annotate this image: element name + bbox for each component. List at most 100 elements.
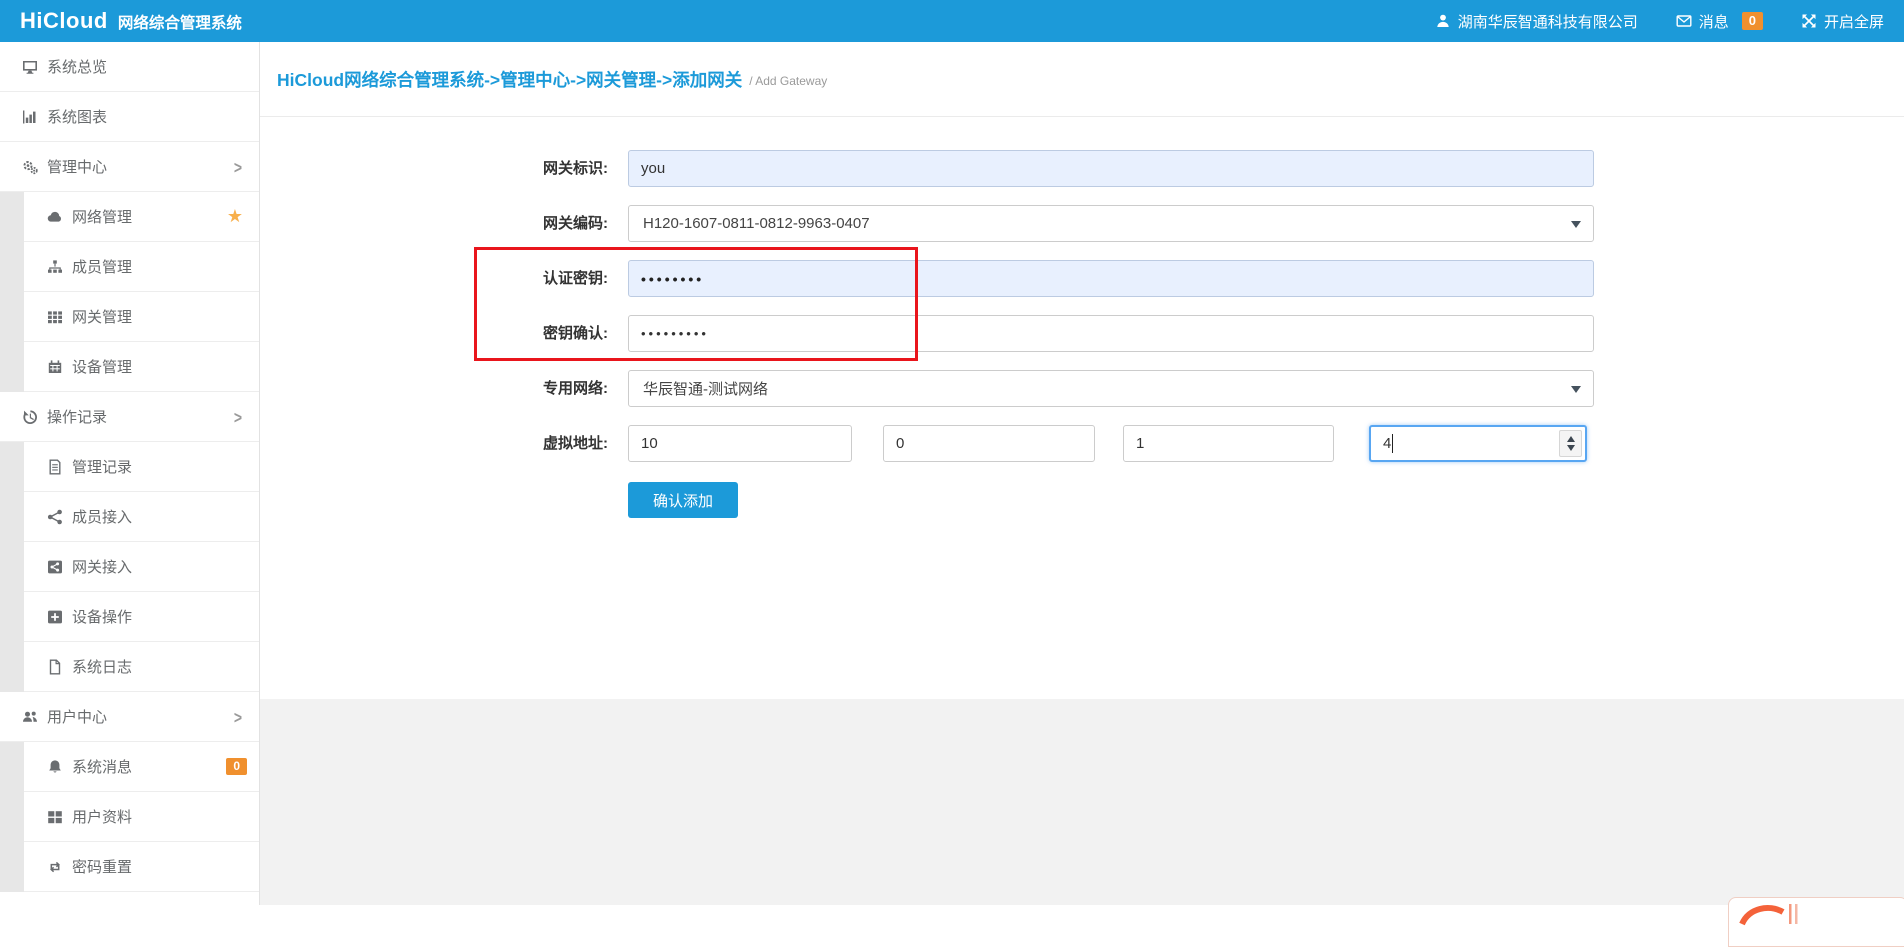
share-icon: [46, 508, 64, 525]
number-spinner[interactable]: [1559, 430, 1582, 457]
sidebar-item-system-logs[interactable]: 系统日志 > ★: [0, 642, 259, 692]
sidebar-item-label: 系统日志: [72, 656, 132, 677]
gateway-id-label: 网关标识:: [260, 150, 608, 187]
calendar-icon: [46, 358, 64, 375]
sidebar-item-gateway-management[interactable]: 网关管理 > ★: [0, 292, 259, 342]
sidebar-item-label: 用户资料: [72, 806, 132, 827]
main-content: HiCloud网络综合管理系统->管理中心->网关管理->添加网关 / Add …: [260, 42, 1904, 905]
sidebar-item-member-management[interactable]: 成员管理 > ★: [0, 242, 259, 292]
dropdown-caret-icon: [1571, 386, 1581, 393]
gateway-id-row: 网关标识:: [628, 150, 1594, 187]
fullscreen-toggle[interactable]: 开启全屏: [1801, 11, 1884, 32]
auth-key-input[interactable]: [628, 260, 1594, 297]
virtual-address-label: 虚拟地址:: [260, 425, 608, 462]
virtual-address-row: 虚拟地址:: [628, 425, 1588, 462]
share-square-icon: [46, 558, 64, 575]
sidebar-item-label: 用户中心: [47, 706, 107, 727]
auth-key-row: 认证密钥:: [628, 260, 1594, 297]
private-network-row: 专用网络: 华辰智通-测试网络: [628, 370, 1594, 407]
breadcrumb-page-note: / Add Gateway: [749, 70, 827, 88]
sidebar-item-label: 设备管理: [72, 356, 132, 377]
sidebar-item-label: 管理记录: [72, 456, 132, 477]
key-confirm-label: 密钥确认:: [260, 315, 608, 352]
plus-square-icon: [46, 608, 64, 625]
key-confirm-input[interactable]: [628, 315, 1594, 352]
users-icon: [21, 708, 39, 725]
sidebar-item-label: 管理中心: [47, 156, 107, 177]
spinner-down-icon[interactable]: [1567, 445, 1575, 451]
gateway-code-value: H120-1607-0811-0812-9963-0407: [643, 215, 870, 232]
app-logo[interactable]: HiCloud 网络综合管理系统: [0, 8, 242, 34]
orange-swoosh-icon: [1739, 902, 1799, 926]
virtual-address-octet-4[interactable]: [1369, 425, 1587, 462]
key-confirm-row: 密钥确认:: [628, 315, 1594, 352]
desktop-icon: [21, 58, 39, 75]
file-icon: [46, 658, 64, 675]
private-network-select[interactable]: 华辰智通-测试网络: [628, 370, 1594, 407]
breadcrumb-path[interactable]: HiCloud网络综合管理系统->管理中心->网关管理->添加网关: [277, 67, 742, 92]
fullscreen-label: 开启全屏: [1824, 11, 1884, 32]
account-menu[interactable]: 湖南华辰智通科技有限公司: [1435, 11, 1638, 32]
sidebar-item-label: 系统图表: [47, 106, 107, 127]
sidebar-item-password-reset[interactable]: 密码重置 > ★: [0, 842, 259, 892]
sidebar-item-device-management[interactable]: 设备管理 > ★: [0, 342, 259, 392]
auth-key-label: 认证密钥:: [260, 260, 608, 297]
sidebar: 系统总览 > ★ 系统图表 > ★ 管理中心 > ★ 网络管理 > ★ 成员管理…: [0, 42, 260, 905]
sidebar-item-system-messages[interactable]: 系统消息 > ★ 0: [0, 742, 259, 792]
grid-icon: [46, 308, 64, 325]
sitemap-icon: [46, 258, 64, 275]
sidebar-item-member-access[interactable]: 成员接入 > ★: [0, 492, 259, 542]
envelope-icon: [1676, 13, 1692, 29]
user-icon: [1435, 13, 1451, 29]
gateway-id-input[interactable]: [628, 150, 1594, 187]
sidebar-item-gateway-access[interactable]: 网关接入 > ★: [0, 542, 259, 592]
sidebar-item-label: 成员管理: [72, 256, 132, 277]
private-network-value: 华辰智通-测试网络: [643, 378, 768, 399]
gears-icon: [21, 158, 39, 175]
sidebar-item-label: 设备操作: [72, 606, 132, 627]
spinner-up-icon[interactable]: [1567, 436, 1575, 442]
sidebar-item-label: 成员接入: [72, 506, 132, 527]
sidebar-item-label: 网关管理: [72, 306, 132, 327]
dropdown-caret-icon: [1571, 221, 1581, 228]
page-background: [260, 699, 1904, 905]
brand-name: HiCloud: [20, 8, 108, 34]
company-name: 湖南华辰智通科技有限公司: [1458, 11, 1638, 32]
sidebar-item-label: 系统总览: [47, 56, 107, 77]
sidebar-item-management-center[interactable]: 管理中心 > ★: [0, 142, 259, 192]
sidebar-item-label: 系统消息: [72, 756, 132, 777]
sidebar-item-operation-records[interactable]: 操作记录 > ★: [0, 392, 259, 442]
sidebar-badge: 0: [226, 758, 247, 775]
chevron-right-icon: >: [234, 707, 242, 727]
sidebar-item-system-charts[interactable]: 系统图表 > ★: [0, 92, 259, 142]
sidebar-item-user-profile[interactable]: 用户资料 > ★: [0, 792, 259, 842]
gateway-code-select[interactable]: H120-1607-0811-0812-9963-0407: [628, 205, 1594, 242]
gateway-code-label: 网关编码:: [260, 205, 608, 242]
messages-badge: 0: [1742, 12, 1763, 30]
history-icon: [21, 408, 39, 425]
expand-icon: [1801, 13, 1817, 29]
sidebar-item-network-management[interactable]: 网络管理 > ★: [0, 192, 259, 242]
retweet-icon: [46, 858, 64, 875]
virtual-address-octet-2[interactable]: [883, 425, 1095, 462]
text-cursor: [1392, 434, 1393, 453]
th-large-icon: [46, 808, 64, 825]
topbar-right: 湖南华辰智通科技有限公司 消息 0 开启全屏: [1435, 11, 1904, 32]
sidebar-item-system-overview[interactable]: 系统总览 > ★: [0, 42, 259, 92]
topbar: HiCloud 网络综合管理系统 湖南华辰智通科技有限公司 消息 0 开启全屏: [0, 0, 1904, 42]
confirm-add-button[interactable]: 确认添加: [628, 482, 738, 518]
chart-icon: [21, 108, 39, 125]
sidebar-item-label: 网络管理: [72, 206, 132, 227]
messages-menu[interactable]: 消息 0: [1676, 11, 1763, 32]
messages-label: 消息: [1699, 11, 1729, 32]
favorite-star-icon[interactable]: ★: [227, 206, 243, 227]
virtual-address-octet-3[interactable]: [1123, 425, 1334, 462]
chevron-right-icon: >: [234, 157, 242, 177]
virtual-address-octet-1[interactable]: [628, 425, 852, 462]
sidebar-item-device-operation[interactable]: 设备操作 > ★: [0, 592, 259, 642]
brand-suffix: 网络综合管理系统: [118, 11, 242, 33]
sidebar-item-label: 密码重置: [72, 856, 132, 877]
sidebar-item-management-records[interactable]: 管理记录 > ★: [0, 442, 259, 492]
sidebar-item-label: 网关接入: [72, 556, 132, 577]
sidebar-item-user-center[interactable]: 用户中心 > ★: [0, 692, 259, 742]
